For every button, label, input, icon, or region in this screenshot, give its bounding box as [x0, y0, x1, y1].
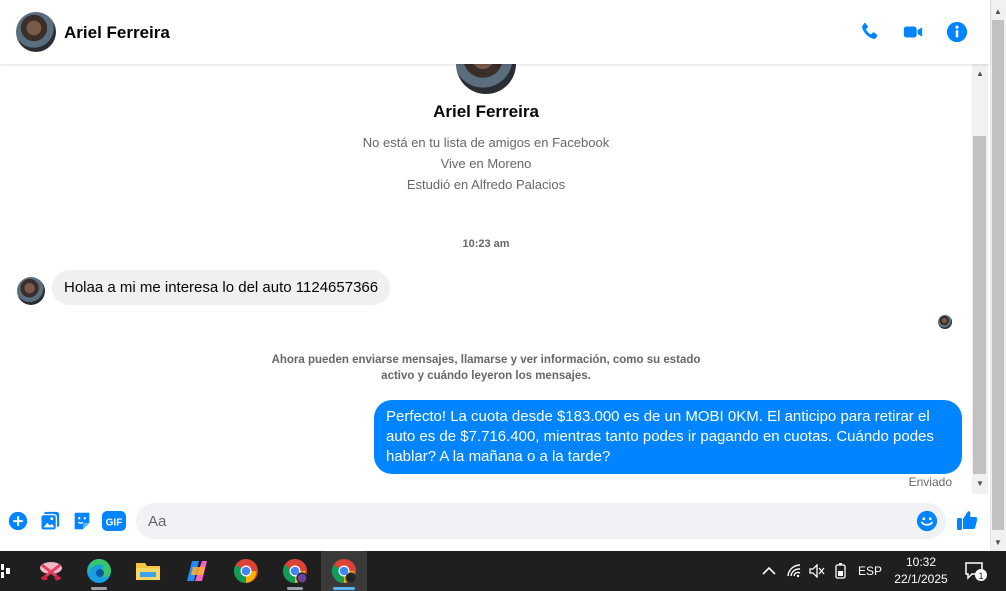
clock-date: 22/1/2025	[894, 572, 948, 586]
scroll-down-arrow-icon[interactable]: ▼	[972, 474, 988, 492]
incoming-message[interactable]: Holaa a mi me interesa lo del auto 11246…	[52, 270, 391, 305]
profile-location: Vive en Moreno	[440, 156, 532, 171]
sticker-icon[interactable]	[71, 510, 93, 532]
phone-icon[interactable]	[857, 20, 881, 44]
svg-text:GIF: GIF	[106, 518, 123, 529]
page-scroll-up-icon[interactable]: ▲	[990, 4, 1006, 18]
system-clock[interactable]: 10:32 22/1/2025	[886, 554, 956, 588]
notifications-icon[interactable]: 1	[960, 551, 990, 591]
chat-header: Ariel Ferreira	[0, 0, 990, 64]
messenger-window: Ariel Ferreira Ariel Ferreira No está en…	[0, 0, 1006, 591]
task-view-icon[interactable]	[0, 551, 12, 591]
message-thread[interactable]: Ariel Ferreira No está en tu lista de am…	[0, 64, 972, 494]
chrome-profile-icon[interactable]	[272, 551, 318, 591]
message-composer: GIF	[0, 494, 990, 551]
sender-avatar[interactable]	[17, 277, 45, 305]
chrome-profile-active-icon[interactable]	[321, 551, 367, 591]
message-status: Enviado	[908, 475, 952, 489]
profile-name: Ariel Ferreira	[433, 102, 539, 121]
snipping-tool-icon[interactable]	[28, 551, 74, 591]
wifi-icon[interactable]	[784, 551, 806, 591]
svg-text:1: 1	[978, 571, 983, 581]
profile-avatar[interactable]	[456, 64, 516, 94]
clock-time: 10:32	[905, 555, 937, 569]
page-scroll-down-icon[interactable]: ▼	[990, 535, 1006, 549]
video-camera-icon[interactable]	[901, 20, 925, 44]
chrome-icon[interactable]	[223, 551, 269, 591]
message-timestamp: 10:23 am	[462, 238, 510, 250]
seen-indicator-avatar	[938, 315, 952, 329]
info-icon[interactable]	[945, 20, 969, 44]
edge-icon[interactable]	[76, 551, 122, 591]
thumbs-up-icon[interactable]	[955, 508, 979, 532]
photo-icon[interactable]	[39, 510, 61, 532]
message-input-container[interactable]	[136, 503, 946, 539]
page-scroll-thumb[interactable]	[992, 20, 1004, 530]
gif-icon[interactable]: GIF	[102, 510, 126, 532]
battery-icon[interactable]	[830, 551, 852, 591]
taskbar: ESP 10:32 22/1/2025 1	[0, 551, 1006, 591]
chevron-up-icon[interactable]	[758, 551, 780, 591]
plus-icon[interactable]	[7, 510, 29, 532]
emoji-icon[interactable]	[916, 510, 938, 532]
copilot-icon[interactable]	[174, 551, 220, 591]
system-notice: Ahora pueden enviarse mensajes, llamarse…	[271, 354, 701, 382]
profile-friend-status: No está en tu lista de amigos en Faceboo…	[362, 135, 610, 150]
message-input[interactable]	[148, 503, 908, 539]
volume-muted-icon[interactable]	[806, 551, 828, 591]
file-explorer-icon[interactable]	[125, 551, 171, 591]
outgoing-message[interactable]: Perfecto! La cuota desde $183.000 es de …	[374, 400, 962, 474]
contact-avatar[interactable]	[16, 12, 56, 52]
contact-name[interactable]: Ariel Ferreira	[64, 23, 170, 43]
profile-education: Estudió en Alfredo Palacios	[406, 177, 566, 192]
language-indicator[interactable]: ESP	[856, 551, 884, 591]
scroll-up-arrow-icon[interactable]: ▲	[972, 64, 988, 82]
thread-scroll-thumb[interactable]	[973, 136, 986, 474]
